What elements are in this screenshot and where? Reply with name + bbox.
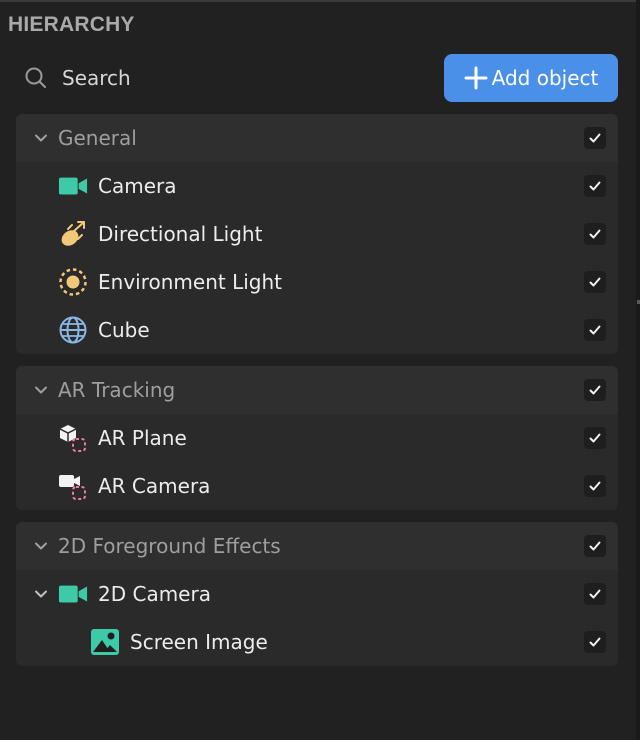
visibility-checkbox[interactable] (584, 475, 606, 497)
tree-item-directional-light[interactable]: Directional Light (16, 210, 618, 258)
search-icon (25, 67, 46, 88)
tree-item-label: Screen Image (130, 630, 268, 654)
visibility-checkbox[interactable] (584, 223, 606, 245)
visibility-checkbox[interactable] (584, 583, 606, 605)
group-header-ar-tracking[interactable]: AR Tracking (16, 366, 618, 414)
top-divider (0, 0, 640, 2)
tree-item-ar-camera[interactable]: AR Camera (16, 462, 618, 510)
chevron-down-icon[interactable] (34, 587, 48, 601)
group-ar-tracking: AR Tracking AR Plane AR Camera (16, 366, 618, 510)
visibility-checkbox[interactable] (584, 175, 606, 197)
tree-item-label: Directional Light (98, 222, 263, 246)
tree-item-label: Cube (98, 318, 150, 342)
group-label: 2D Foreground Effects (58, 534, 281, 558)
tree-item-label: AR Plane (98, 426, 187, 450)
camera-icon (58, 579, 88, 609)
chevron-down-icon[interactable] (34, 383, 48, 397)
panel-title: HIERARCHY (8, 13, 135, 36)
visibility-checkbox[interactable] (584, 127, 606, 149)
visibility-checkbox[interactable] (584, 271, 606, 293)
tree-item-label: Environment Light (98, 270, 282, 294)
tree-item-label: Camera (98, 174, 177, 198)
tree-item-label: 2D Camera (98, 582, 211, 606)
group-label: General (58, 126, 137, 150)
group-general: General Camera Directional Light Environ… (16, 114, 618, 354)
ar-plane-icon (58, 423, 88, 453)
plus-icon (464, 66, 488, 90)
group-label: AR Tracking (58, 378, 176, 402)
group-header-general[interactable]: General (16, 114, 618, 162)
environment-light-icon (58, 267, 88, 297)
ar-camera-icon (58, 471, 88, 501)
directional-light-icon (58, 219, 88, 249)
tree-item-environment-light[interactable]: Environment Light (16, 258, 618, 306)
chevron-down-icon[interactable] (34, 539, 48, 553)
visibility-checkbox[interactable] (584, 379, 606, 401)
group-header-2d-foreground-effects[interactable]: 2D Foreground Effects (16, 522, 618, 570)
tree-item-cube[interactable]: Cube (16, 306, 618, 354)
add-object-label: Add object (491, 66, 599, 90)
visibility-checkbox[interactable] (584, 319, 606, 341)
add-object-button[interactable]: Add object (444, 54, 618, 102)
tree-item-2d-camera[interactable]: 2D Camera (16, 570, 618, 618)
tree-item-camera[interactable]: Camera (16, 162, 618, 210)
tree-item-ar-plane[interactable]: AR Plane (16, 414, 618, 462)
visibility-checkbox[interactable] (584, 631, 606, 653)
visibility-checkbox[interactable] (584, 535, 606, 557)
image-icon (90, 627, 120, 657)
tree-item-label: AR Camera (98, 474, 211, 498)
chevron-down-icon[interactable] (34, 131, 48, 145)
camera-icon (58, 171, 88, 201)
group-2d-foreground-effects: 2D Foreground Effects 2D Camera Screen I… (16, 522, 618, 666)
cube-mesh-icon (58, 315, 88, 345)
search-input[interactable]: Search (24, 62, 131, 94)
tree-item-screen-image[interactable]: Screen Image (16, 618, 618, 666)
visibility-checkbox[interactable] (584, 427, 606, 449)
scrollbar-track[interactable] (636, 0, 640, 740)
search-placeholder: Search (62, 66, 131, 90)
